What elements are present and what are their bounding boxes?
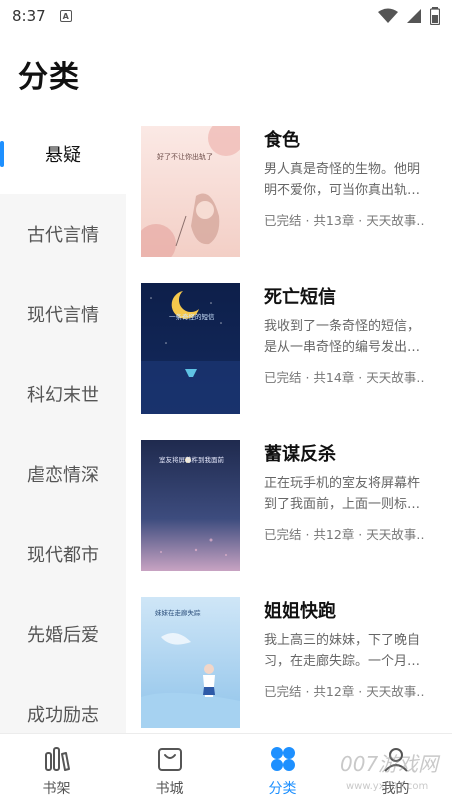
status-bar: 8:37 A [0, 0, 452, 32]
battery-icon [430, 7, 440, 25]
book-item[interactable]: 室友将屏幕杵到我面前 蓄谋反杀 正在玩手机的室友将屏幕杵到了我面前，上面一则标…… [126, 428, 452, 571]
signal-icon [407, 9, 421, 23]
sidebar-item-marriage-first[interactable]: 先婚后爱 [0, 594, 126, 674]
tab-bookstore[interactable]: 书城 [113, 734, 226, 803]
book-meta: 已完结 · 共13章 · 天天故事… [264, 213, 424, 228]
book-title: 蓄谋反杀 [264, 444, 336, 465]
book-cover[interactable]: 妹妹在走廊失踪 [141, 597, 240, 728]
svg-text:007游戏网: 007游戏网 [340, 752, 441, 776]
svg-text:www.yx007.com: www.yx007.com [346, 781, 428, 792]
tab-label: 分类 [268, 781, 297, 797]
sidebar-item-scifi[interactable]: 科幻末世 [0, 354, 126, 434]
tab-category[interactable]: 分类 [226, 734, 339, 803]
page-title: 分类 [18, 60, 80, 95]
category-icon [268, 744, 298, 774]
book-item[interactable]: 妹妹在走廊失踪 姐姐快跑 我上高三的妹妹，下了晚自习，在走廊失踪。一个月… 已完… [126, 585, 452, 728]
cover-caption: 好了不让你出轨了 [157, 153, 213, 161]
book-item[interactable]: 好了不让你出轨了 食色 男人真是奇怪的生物。他明明不爱你，可当你真出轨… 已完结… [126, 114, 452, 257]
wifi-icon [378, 8, 398, 23]
tab-label: 书架 [42, 781, 71, 797]
status-time: 8:37 [12, 7, 46, 25]
tab-bookshelf[interactable]: 书架 [0, 734, 113, 803]
cover-caption: 室友将屏幕杵到我面前 [159, 456, 224, 464]
book-description: 我收到了一条奇怪的短信，是从一串奇怪的编号发出… [264, 319, 421, 355]
sidebar-item-suspense[interactable]: 悬疑 [0, 114, 126, 194]
book-description: 我上高三的妹妹，下了晚自习，在走廊失踪。一个月… [264, 633, 421, 669]
sidebar-item-modern-romance[interactable]: 现代言情 [0, 274, 126, 354]
sidebar-item-tragic-love[interactable]: 虐恋情深 [0, 434, 126, 514]
cover-caption: 一条奇怪的短信 [169, 313, 215, 321]
book-description: 男人真是奇怪的生物。他明明不爱你，可当你真出轨… [264, 162, 421, 198]
book-list: 好了不让你出轨了 食色 男人真是奇怪的生物。他明明不爱你，可当你真出轨… 已完结… [126, 114, 452, 734]
tab-label: 书城 [155, 781, 184, 797]
book-description: 正在玩手机的室友将屏幕杵到了我面前，上面一则标… [264, 476, 421, 512]
sidebar-item-inspirational[interactable]: 成功励志 [0, 674, 126, 734]
book-meta: 已完结 · 共12章 · 天天故事… [264, 527, 424, 542]
book-cover[interactable]: 一条奇怪的短信 [141, 283, 240, 414]
book-meta: 已完结 · 共12章 · 天天故事… [264, 684, 424, 699]
book-cover[interactable]: 室友将屏幕杵到我面前 [141, 440, 240, 571]
book-cover[interactable]: 好了不让你出轨了 [141, 126, 240, 257]
book-meta: 已完结 · 共14章 · 天天故事… [264, 370, 424, 385]
book-title: 死亡短信 [264, 287, 336, 308]
sidebar-item-urban[interactable]: 现代都市 [0, 514, 126, 594]
category-sidebar: 悬疑 古代言情 现代言情 科幻末世 虐恋情深 现代都市 先婚后爱 成功励志 [0, 114, 126, 734]
cover-caption: 妹妹在走廊失踪 [155, 609, 201, 617]
sidebar-item-ancient-romance[interactable]: 古代言情 [0, 194, 126, 274]
book-title: 食色 [264, 130, 300, 151]
status-right [378, 7, 440, 25]
bag-icon [155, 744, 185, 774]
book-title: 姐姐快跑 [264, 601, 336, 622]
bookshelf-icon [42, 744, 72, 774]
book-item[interactable]: 一条奇怪的短信 死亡短信 我收到了一条奇怪的短信，是从一串奇怪的编号发出… 已完… [126, 271, 452, 414]
notification-icon: A [59, 10, 72, 22]
watermark-logo: 007游戏网 www.yx007.com [336, 743, 446, 797]
